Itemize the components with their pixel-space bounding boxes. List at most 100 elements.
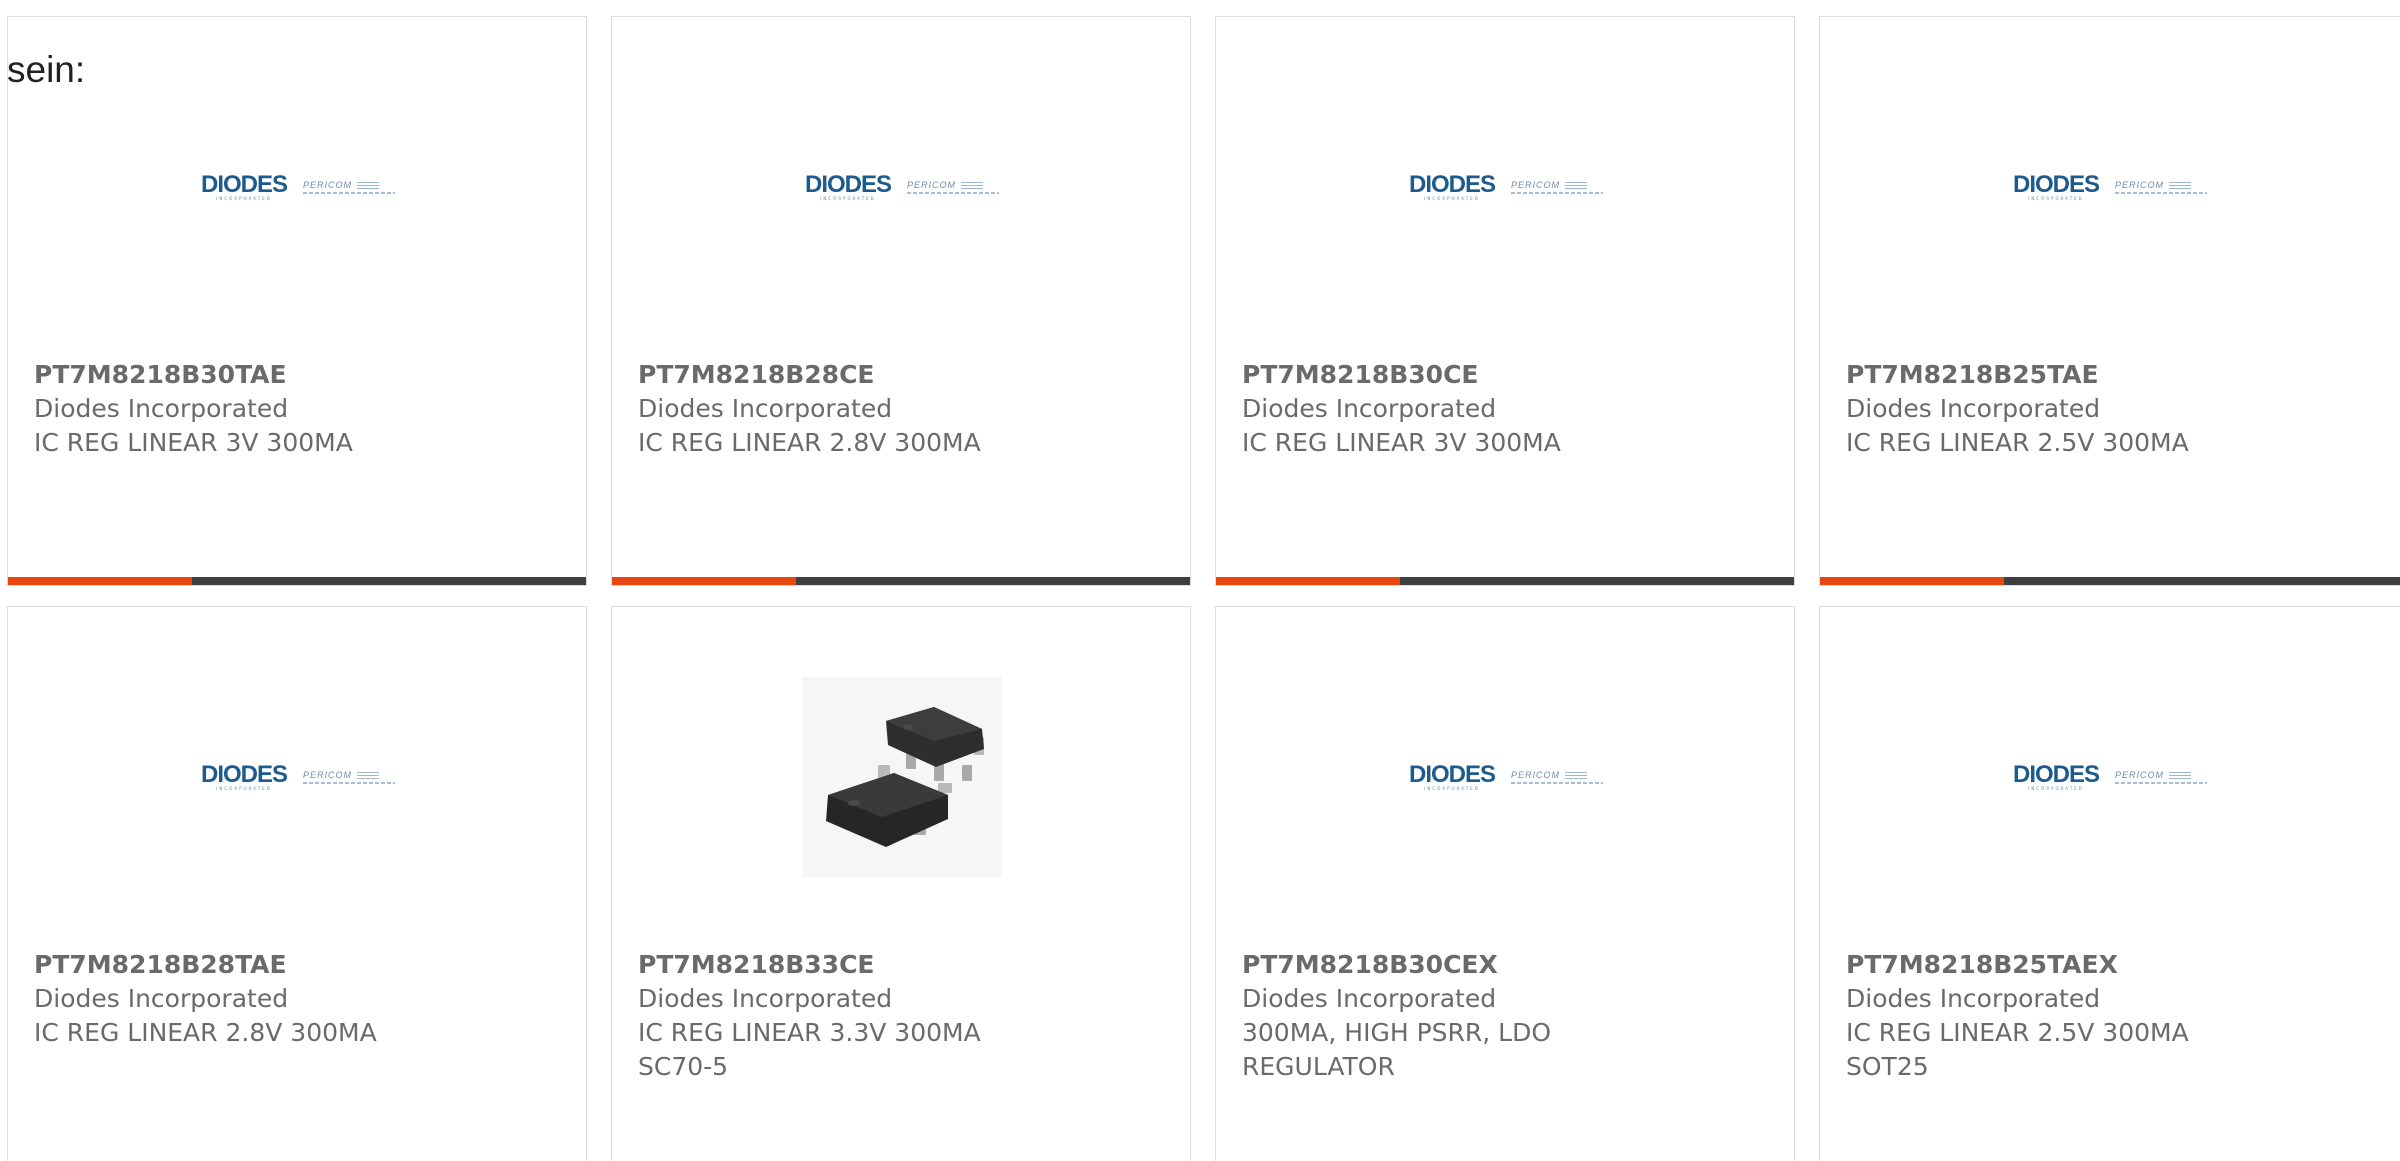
pericom-logo-lines [1565,771,1588,779]
diodes-pericom-logo: DIODES INCORPORATED PERICOM [804,170,999,201]
product-description: IC REG LINEAR 3V 300MA [34,428,353,457]
diodes-logo-subtext: INCORPORATED [1424,195,1480,201]
manufacturer: Diodes Incorporated [1846,394,2101,423]
product-info: PT7M8218B30TAE Diodes Incorporated IC RE… [34,358,566,460]
product-image[interactable]: DIODES INCORPORATED PERICOM [1216,17,1794,357]
card-bottom-bar [612,577,1190,585]
diodes-logo-subtext: INCORPORATED [216,785,272,791]
pericom-logo-text: PERICOM [303,770,353,780]
product-image[interactable]: DIODES INCORPORATED PERICOM [8,607,586,947]
diodes-logo-text: DIODES [2012,760,2100,788]
diodes-logo-text: DIODES [2012,170,2100,198]
pericom-tagline [1511,192,1603,194]
product-card[interactable]: DIODES INCORPORATED PERICOM PT7M8218B30C… [1215,606,1795,1161]
manufacturer: Diodes Incorporated [1846,984,2101,1013]
part-number-link[interactable]: PT7M8218B28TAE [34,948,566,982]
pericom-logo-text: PERICOM [2115,770,2165,780]
card-accent-bar [612,577,796,585]
pericom-logo-lines [2169,181,2192,189]
product-card[interactable]: PT7M8218B33CE Diodes Incorporated IC REG… [611,606,1191,1161]
manufacturer: Diodes Incorporated [638,394,893,423]
card-accent-bar [1820,577,2004,585]
product-description: IC REG LINEAR 2.8V 300MA [34,1018,377,1047]
part-number-link[interactable]: PT7M8218B28CE [638,358,1170,392]
product-card[interactable]: DIODES INCORPORATED PERICOM PT7M8218B30C… [1215,16,1795,586]
manufacturer: Diodes Incorporated [1242,394,1497,423]
part-number-link[interactable]: PT7M8218B30CE [1242,358,1774,392]
card-bottom-bar [1820,577,2400,585]
product-info: PT7M8218B33CE Diodes Incorporated IC REG… [638,948,1170,1084]
pericom-tagline [2115,192,2207,194]
product-image[interactable]: DIODES INCORPORATED PERICOM [8,17,586,357]
product-description: 300MA, HIGH PSRR, LDO REGULATOR [1242,1018,1552,1081]
pericom-logo-lines [961,181,984,189]
pericom-tagline [907,192,999,194]
pericom-tagline [303,782,395,784]
card-accent-bar [1216,577,1400,585]
pericom-logo-lines [1565,181,1588,189]
diodes-pericom-logo: DIODES INCORPORATED PERICOM [2012,170,2207,201]
diodes-logo-subtext: INCORPORATED [216,195,272,201]
diodes-pericom-logo: DIODES INCORPORATED PERICOM [1408,760,1603,791]
chip-package-icon [802,677,1002,877]
product-info: PT7M8218B28TAE Diodes Incorporated IC RE… [34,948,566,1050]
product-image[interactable]: DIODES INCORPORATED PERICOM [612,17,1190,357]
product-image[interactable] [612,607,1190,947]
pericom-tagline [1511,782,1603,784]
product-image[interactable]: DIODES INCORPORATED PERICOM [1216,607,1794,947]
pericom-logo-lines [357,771,380,779]
diodes-pericom-logo: DIODES INCORPORATED PERICOM [2012,760,2207,791]
pericom-logo-lines [357,181,380,189]
product-card[interactable]: DIODES INCORPORATED PERICOM PT7M8218B28T… [7,606,587,1161]
part-number-link[interactable]: PT7M8218B25TAEX [1846,948,2398,982]
diodes-logo-text: DIODES [1408,760,1496,788]
pericom-logo-lines [2169,771,2192,779]
manufacturer: Diodes Incorporated [34,984,289,1013]
part-number-link[interactable]: PT7M8218B30CEX [1242,948,1774,982]
intro-text: sein: [7,49,86,90]
product-info: PT7M8218B25TAEX Diodes Incorporated IC R… [1846,948,2398,1084]
diodes-logo-text: DIODES [1408,170,1496,198]
card-bottom-bar [8,577,586,585]
part-number-link[interactable]: PT7M8218B25TAE [1846,358,2398,392]
manufacturer: Diodes Incorporated [34,394,289,423]
diodes-logo-subtext: INCORPORATED [1424,785,1480,791]
diodes-pericom-logo: DIODES INCORPORATED PERICOM [200,760,395,791]
diodes-logo-text: DIODES [200,170,288,198]
product-description: IC REG LINEAR 2.8V 300MA [638,428,981,457]
diodes-pericom-logo: DIODES INCORPORATED PERICOM [1408,170,1603,201]
product-info: PT7M8218B30CE Diodes Incorporated IC REG… [1242,358,1774,460]
part-number-link[interactable]: PT7M8218B30TAE [34,358,566,392]
product-card[interactable]: DIODES INCORPORATED PERICOM PT7M8218B25T… [1819,16,2400,586]
product-info: PT7M8218B28CE Diodes Incorporated IC REG… [638,358,1170,460]
pericom-logo-text: PERICOM [2115,180,2165,190]
diodes-logo-subtext: INCORPORATED [2028,195,2084,201]
product-card[interactable]: DIODES INCORPORATED PERICOM PT7M8218B28C… [611,16,1191,586]
product-info: PT7M8218B25TAE Diodes Incorporated IC RE… [1846,358,2398,460]
manufacturer: Diodes Incorporated [638,984,893,1013]
card-bottom-bar [1216,577,1794,585]
product-card[interactable]: DIODES INCORPORATED PERICOM PT7M8218B25T… [1819,606,2400,1161]
pericom-logo-text: PERICOM [1511,180,1561,190]
product-description: IC REG LINEAR 3V 300MA [1242,428,1561,457]
product-card[interactable]: DIODES INCORPORATED PERICOM PT7M8218B30T… [7,16,587,586]
diodes-logo-text: DIODES [200,760,288,788]
product-grid-page: sein: DIODES INCORPORATED PERICOM PT7M82… [0,0,2400,1161]
manufacturer: Diodes Incorporated [1242,984,1497,1013]
product-description: IC REG LINEAR 2.5V 300MA SOT25 [1846,1018,2189,1081]
product-image[interactable]: DIODES INCORPORATED PERICOM [1820,17,2400,357]
product-description: IC REG LINEAR 2.5V 300MA [1846,428,2189,457]
sc70-5-package-photo [802,677,1002,877]
card-accent-bar [8,577,192,585]
product-info: PT7M8218B30CEX Diodes Incorporated 300MA… [1242,948,1774,1084]
pericom-tagline [303,192,395,194]
pericom-logo-text: PERICOM [303,180,353,190]
pericom-logo-text: PERICOM [1511,770,1561,780]
product-description: IC REG LINEAR 3.3V 300MA SC70-5 [638,1018,981,1081]
part-number-link[interactable]: PT7M8218B33CE [638,948,1170,982]
diodes-logo-text: DIODES [804,170,892,198]
pericom-tagline [2115,782,2207,784]
diodes-pericom-logo: DIODES INCORPORATED PERICOM [200,170,395,201]
product-image[interactable]: DIODES INCORPORATED PERICOM [1820,607,2400,947]
diodes-logo-subtext: INCORPORATED [2028,785,2084,791]
